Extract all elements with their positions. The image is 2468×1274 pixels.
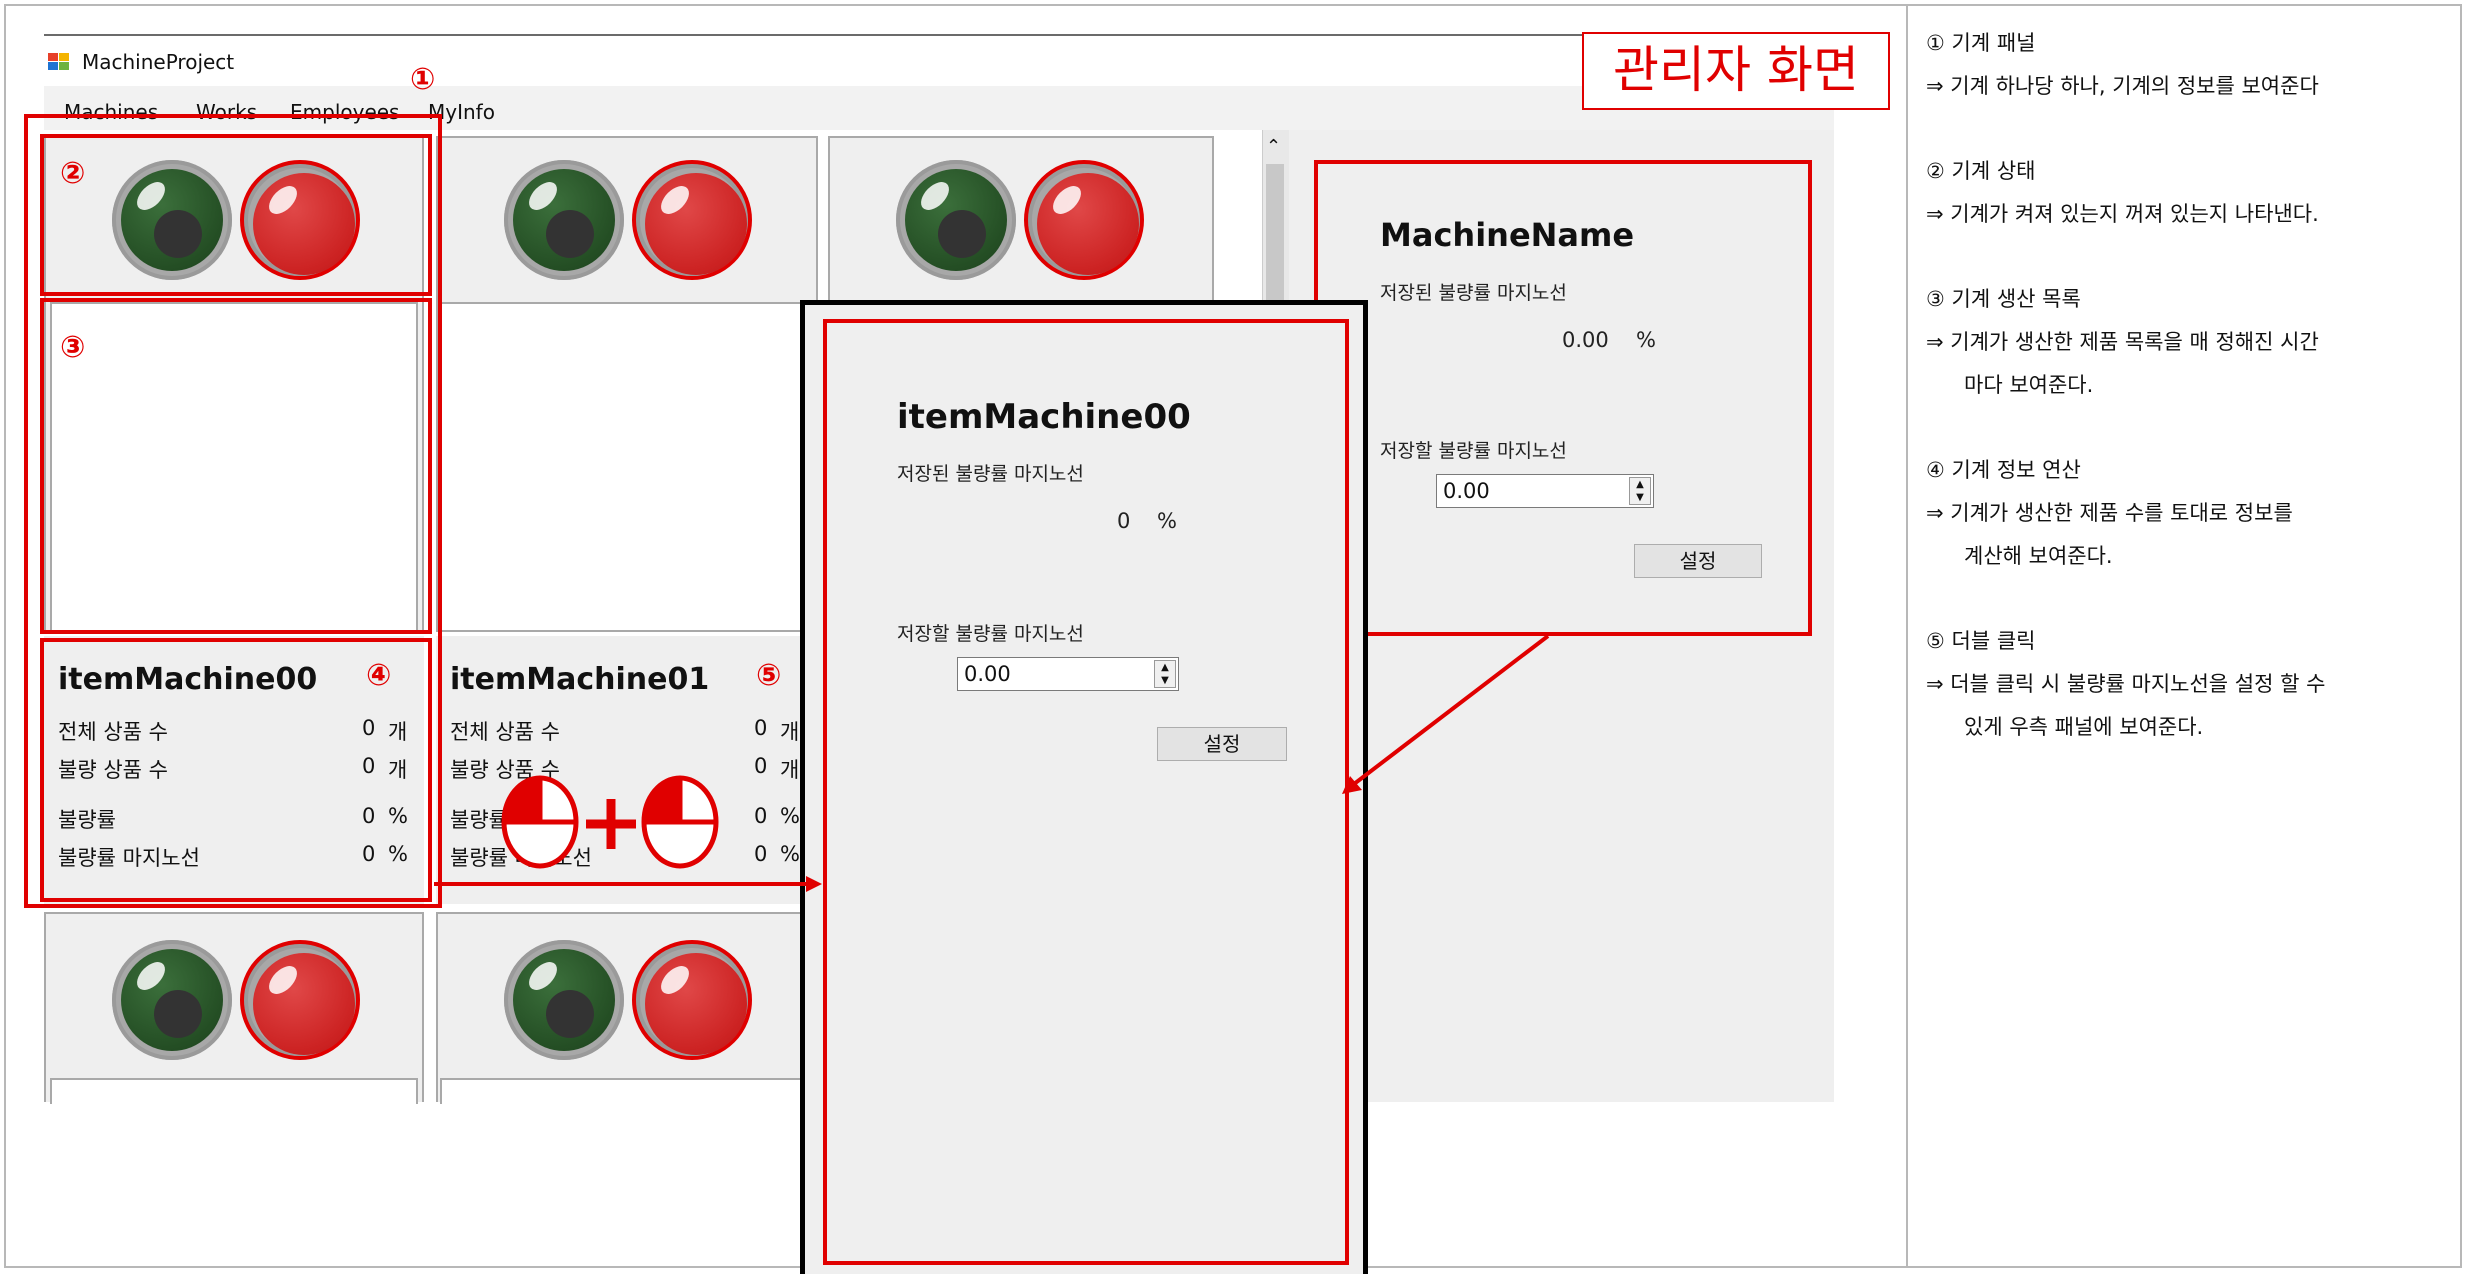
note-line: ⇒ 기계 하나당 하나, 기계의 정보를 보여준다 <box>1926 74 2319 98</box>
note-title: ④ 기계 정보 연산 <box>1926 458 2081 482</box>
arrow-icon <box>434 876 822 892</box>
note-line: 마다 보여준다. <box>1964 373 2094 397</box>
note-3: ③ 기계 생산 목록 ⇒ 기계가 생산한 제품 목록을 매 정해진 시간 마다 … <box>1926 278 2456 407</box>
note-title: ③ 기계 생산 목록 <box>1926 287 2081 311</box>
note-2: ② 기계 상태 ⇒ 기계가 켜져 있는지 꺼져 있는지 나타낸다. <box>1926 150 2456 236</box>
note-line: 있게 우측 패널에 보여준다. <box>1964 715 2204 739</box>
note-title: ⑤ 더블 클릭 <box>1926 629 2036 653</box>
mouse-icon <box>641 775 719 869</box>
mouse-icon <box>501 775 579 869</box>
plus-icon <box>586 799 636 849</box>
note-line: ⇒ 기계가 생산한 제품 수를 토대로 정보를 <box>1926 501 2293 525</box>
arrow-icon <box>1342 634 1550 794</box>
note-5: ⑤ 더블 클릭 ⇒ 더블 클릭 시 불량률 마지노선을 설정 할 수 있게 우측… <box>1926 620 2456 749</box>
notes-panel: ① 기계 패널 ⇒ 기계 하나당 하나, 기계의 정보를 보여준다 ② 기계 상… <box>1926 22 2456 791</box>
note-1: ① 기계 패널 ⇒ 기계 하나당 하나, 기계의 정보를 보여준다 <box>1926 22 2456 108</box>
note-title: ② 기계 상태 <box>1926 159 2036 183</box>
note-title: ① 기계 패널 <box>1926 31 2036 55</box>
note-line: ⇒ 기계가 생산한 제품 목록을 매 정해진 시간 <box>1926 330 2319 354</box>
note-4: ④ 기계 정보 연산 ⇒ 기계가 생산한 제품 수를 토대로 정보를 계산해 보… <box>1926 449 2456 578</box>
note-line: 계산해 보여준다. <box>1964 544 2113 568</box>
note-line: ⇒ 더블 클릭 시 불량률 마지노선을 설정 할 수 <box>1926 672 2326 696</box>
note-line: ⇒ 기계가 켜져 있는지 꺼져 있는지 나타낸다. <box>1926 202 2319 226</box>
